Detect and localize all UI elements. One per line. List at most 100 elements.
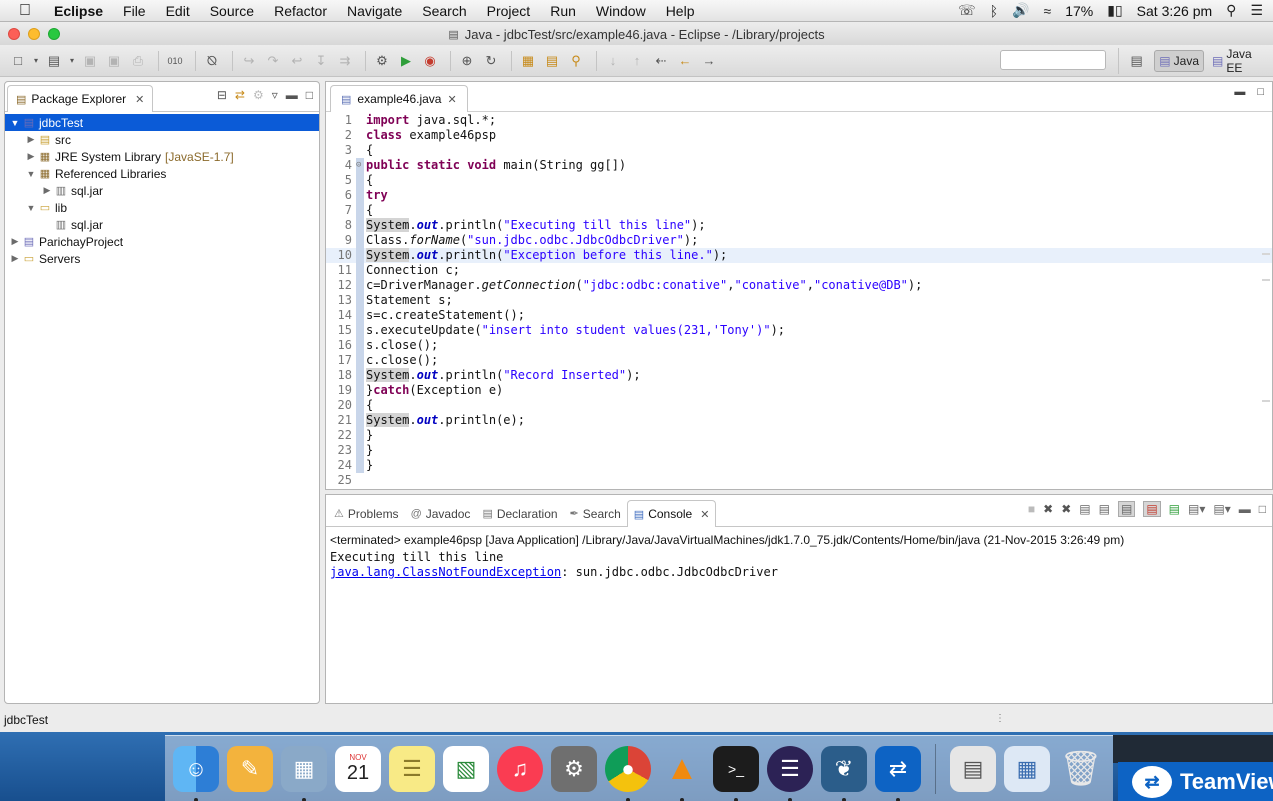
binary-icon[interactable]: 010 (165, 51, 185, 71)
open-perspective-icon[interactable]: ▤ (1127, 51, 1146, 71)
menu-project[interactable]: Project (477, 3, 541, 19)
code-line[interactable]: 3{ (326, 143, 1272, 158)
save-all-icon[interactable]: ▣ (104, 51, 124, 71)
maximize-editor-icon[interactable]: □ (1257, 86, 1264, 98)
clear-console-icon[interactable]: ▤ (1079, 502, 1090, 516)
print-icon[interactable]: ⎙ (128, 51, 148, 71)
code-line[interactable]: 16 s.close(); (326, 338, 1272, 353)
notes-icon[interactable]: ☰ (389, 745, 435, 792)
code-line[interactable]: 5{ (326, 173, 1272, 188)
menu-navigate[interactable]: Navigate (337, 3, 412, 19)
dropdown-icon[interactable]: ▾ (68, 51, 76, 71)
tree-item[interactable]: ▶ ▭ Servers (5, 250, 319, 267)
phone-icon[interactable]: ☏ (958, 2, 976, 19)
wifi-icon[interactable]: ≈ (1044, 3, 1052, 19)
menu-help[interactable]: Help (656, 3, 705, 19)
code-line[interactable]: 12 c=DriverManager.getConnection("jdbc:od… (326, 278, 1272, 293)
quick-access-field[interactable] (1000, 50, 1106, 70)
minimize-editor-icon[interactable]: ▬ (1234, 86, 1245, 98)
code-line[interactable]: 24} (326, 458, 1272, 473)
show-on-error-icon[interactable]: ▤ (1143, 501, 1161, 517)
calendar-icon[interactable]: NOV 21 (335, 745, 381, 792)
back-icon[interactable]: ← (675, 51, 695, 71)
tree-item[interactable]: ▶ ▤ ParichayProject (5, 233, 319, 250)
tree-item[interactable]: ▼ ▦ Referenced Libraries (5, 165, 319, 182)
code-line[interactable]: 23} (326, 443, 1272, 458)
expand-arrow-icon[interactable]: ▶ (25, 151, 37, 162)
apple-icon[interactable]:  (0, 2, 50, 20)
zoom-window-button[interactable] (48, 28, 60, 40)
finder-icon[interactable]: ☺ (173, 745, 219, 801)
view-menu-icon[interactable]: ▿ (272, 88, 278, 102)
pin-console-icon[interactable]: ▤ (1169, 502, 1180, 516)
collapse-arrow-icon[interactable]: ▼ (25, 169, 37, 179)
exception-link[interactable]: java.lang.ClassNotFoundException (330, 565, 561, 579)
tab-javadoc[interactable]: @ Javadoc (405, 500, 477, 527)
tree-item[interactable]: ▶ ▥ sql.jar (5, 182, 319, 199)
run-icon[interactable]: ▶ (396, 51, 416, 71)
numbers-icon[interactable]: ▧ (443, 745, 489, 792)
tab-package-explorer[interactable]: ▤ Package Explorer ✕ (7, 85, 154, 112)
link-with-editor-icon[interactable]: ⇄ (235, 88, 245, 102)
code-line[interactable]: 17 c.close(); (326, 353, 1272, 368)
terminal-icon[interactable]: >_ (713, 745, 759, 801)
eclipse-icon[interactable]: ☰ (767, 745, 813, 801)
maximize-view-icon[interactable]: □ (1259, 502, 1266, 516)
code-line[interactable]: 4 ⊝ public static void main(String gg[]) (326, 158, 1272, 173)
code-line[interactable]: 18 System.out.println("Record Inserted"); (326, 368, 1272, 383)
code-line[interactable]: 9 Class.forName("sun.jdbc.odbc.JdbcOdbcDr… (326, 233, 1272, 248)
new-wizard-icon[interactable]: ▤ (44, 51, 64, 71)
menu-source[interactable]: Source (200, 3, 264, 19)
new-icon[interactable]: □ (8, 51, 28, 71)
status-grip-icon[interactable]: ⋮ (995, 713, 1005, 724)
code-line[interactable]: 15 s.executeUpdate("insert into student v… (326, 323, 1272, 338)
skip-breakpoints-icon[interactable]: ⦰ (202, 51, 222, 71)
focus-icon[interactable]: ⚙ (253, 88, 264, 102)
code-line[interactable]: 25 (326, 473, 1272, 488)
close-icon[interactable]: ✕ (135, 93, 144, 106)
menu-refactor[interactable]: Refactor (264, 3, 337, 19)
tab-search[interactable]: ✒ Search (564, 500, 627, 527)
minimize-view-icon[interactable]: ▬ (1239, 502, 1251, 516)
open-task-icon[interactable]: ▤ (542, 51, 562, 71)
spotlight-icon[interactable]: ⚲ (1226, 2, 1236, 19)
overview-ruler-mark[interactable] (1262, 279, 1270, 281)
display-console-icon[interactable]: ▤▾ (1188, 502, 1205, 516)
battery-icon[interactable]: ▮▯ (1107, 2, 1122, 19)
clock[interactable]: Sat 3:26 pm (1137, 3, 1213, 19)
tab-problems[interactable]: ⚠ Problems (328, 500, 405, 527)
code-line[interactable]: 10 System.out.println("Exception before t… (326, 248, 1272, 263)
code-line[interactable]: 21 System.out.println(e); (326, 413, 1272, 428)
code-line[interactable]: 7{ (326, 203, 1272, 218)
collapse-all-icon[interactable]: ⊟ (217, 88, 227, 102)
chrome-icon[interactable]: ● (605, 745, 651, 801)
expand-arrow-icon[interactable]: ▶ (9, 236, 21, 247)
dropdown-icon[interactable]: ▾ (32, 51, 40, 71)
system-preferences-icon[interactable]: ⚙ (551, 745, 597, 792)
code-line[interactable]: 22} (326, 428, 1272, 443)
refresh-icon[interactable]: ↻ (481, 51, 501, 71)
preview-icon[interactable]: ▦ (281, 745, 327, 801)
save-icon[interactable]: ▣ (80, 51, 100, 71)
music-icon[interactable]: ♫ (497, 745, 543, 792)
battery-percent[interactable]: 17% (1065, 3, 1093, 19)
drop-frame-icon[interactable]: ↧ (311, 51, 331, 71)
last-edit-icon[interactable]: ⇠ (651, 51, 671, 71)
perspective-java[interactable]: ▤ Java (1154, 50, 1204, 72)
trash-icon[interactable]: 🗑 (1058, 746, 1104, 792)
tab-declaration[interactable]: ▤ Declaration (476, 500, 563, 527)
tree-item[interactable]: ▼ ▤ jdbcTest (5, 114, 319, 131)
step-return-icon[interactable]: ↩ (287, 51, 307, 71)
notification-center-icon[interactable]: ☰ (1250, 2, 1263, 19)
previous-annotation-icon[interactable]: ↑ (627, 51, 647, 71)
show-on-output-icon[interactable]: ▤ (1117, 501, 1136, 517)
code-line[interactable]: 13 Statement s; (326, 293, 1272, 308)
tree-item[interactable]: ▶ ▤ src (5, 131, 319, 148)
code-line[interactable]: 19}catch(Exception e) (326, 383, 1272, 398)
console-output[interactable]: <terminated> example46psp [Java Applicat… (326, 527, 1272, 586)
expand-arrow-icon[interactable]: ▶ (25, 134, 37, 145)
step-into-icon[interactable]: ↪ (239, 51, 259, 71)
teamviewer-dock-icon[interactable]: ⇄ (875, 745, 921, 801)
minimize-window-button[interactable] (28, 28, 40, 40)
editor-tab-example46[interactable]: ▤ example46.java ✕ (330, 85, 468, 112)
